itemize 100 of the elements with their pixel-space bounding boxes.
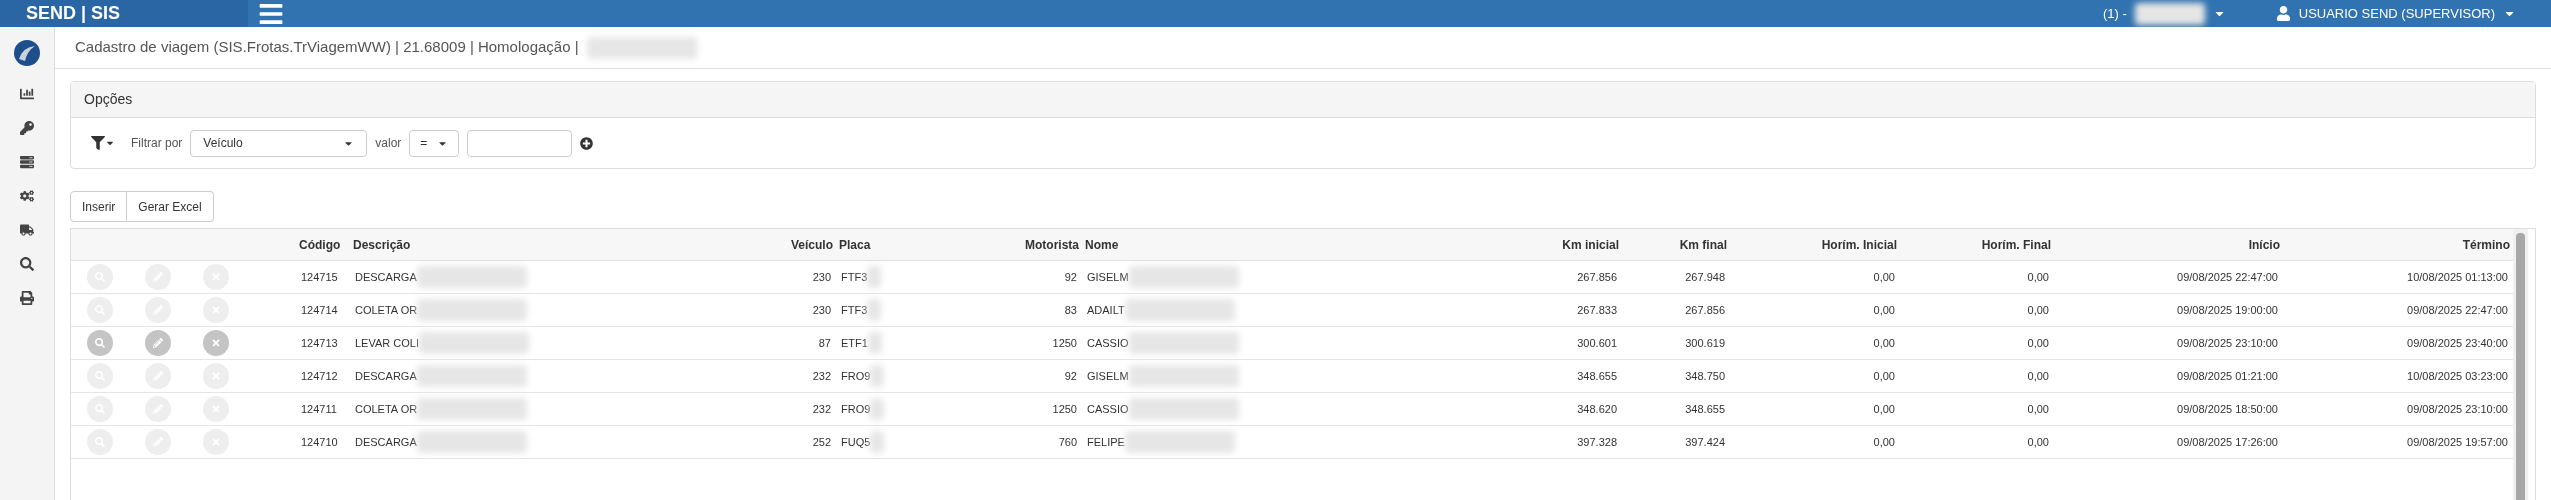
company-dropdown[interactable]: (1) -	[2102, 2, 2226, 25]
column-header: Veículo	[790, 236, 833, 254]
truck-icon[interactable]	[20, 223, 34, 237]
table-cell-text: 397.424	[1685, 434, 1725, 450]
table-cell-text: 09/08/2025 23:40:00	[2407, 335, 2508, 351]
pencil-icon	[153, 338, 163, 348]
key-icon[interactable]	[20, 121, 34, 135]
table-cell-text: 124711	[301, 401, 337, 417]
edit-button[interactable]	[145, 330, 171, 356]
table-cell-text: DESCARGA	[355, 368, 417, 384]
column-header: Horím. Inicial	[1821, 236, 1897, 254]
table-cell-text: DESCARGA	[355, 269, 417, 285]
toolbar-button[interactable]: Inserir	[70, 191, 128, 222]
table-cell-text: 348.750	[1685, 368, 1725, 384]
table-cell-text: 760	[1058, 434, 1077, 450]
print-icon[interactable]	[20, 291, 34, 305]
table-cell-text: 252	[812, 434, 831, 450]
table-cell-text: 124715	[301, 269, 338, 285]
table-cell-text: LEVAR COLI	[355, 335, 419, 351]
table-cell-text: 267.856	[1577, 269, 1617, 285]
column-header: Km final	[1679, 236, 1727, 254]
table-cell-text: GISELM	[1087, 368, 1129, 384]
filter-menu-button[interactable]	[91, 136, 115, 150]
table-cell-text: GISELM	[1087, 269, 1129, 285]
table-cell-text: 0,00	[1873, 335, 1895, 351]
user-icon	[2275, 6, 2291, 21]
table-cell-text: 09/08/2025 17:26:00	[2177, 434, 2278, 450]
table-cell-text: FRO9	[841, 368, 871, 384]
table-cell-text: 0,00	[2027, 269, 2049, 285]
table-cell-text: 300.601	[1577, 335, 1617, 351]
view-button[interactable]	[87, 330, 113, 356]
redacted-area	[867, 266, 882, 288]
table-cell-text: 87	[818, 335, 831, 351]
column-header: Motorista	[1025, 236, 1079, 254]
brand-logo: SEND | SIS	[26, 2, 121, 25]
table-cell-text: 124714	[301, 302, 338, 318]
table-cell-text: 267.856	[1685, 302, 1725, 318]
table-cell-text: 09/08/2025 23:10:00	[2407, 401, 2508, 417]
redacted-area	[2134, 2, 2205, 25]
redacted-area	[870, 431, 885, 453]
search-icon	[95, 338, 105, 348]
panel-title: Opções	[84, 90, 133, 109]
table-cell-text: FTF3	[841, 269, 868, 285]
redacted-area	[867, 299, 882, 321]
list-icon[interactable]	[20, 155, 34, 169]
operator-select[interactable]: =	[409, 129, 460, 157]
filter-field-select[interactable]: Veículo	[190, 129, 368, 157]
table-cell-text: 348.655	[1685, 401, 1725, 417]
column-header: Km inicial	[1562, 236, 1619, 254]
filter-label: Filtrar por	[131, 135, 183, 152]
table-cell-text: 0,00	[2027, 302, 2049, 318]
table-cell-text: FELIPE	[1087, 434, 1125, 450]
value-field[interactable]	[467, 129, 573, 157]
toolbar-button[interactable]: Gerar Excel	[127, 191, 214, 222]
table-cell-text: CASSIO	[1087, 335, 1129, 351]
table-cell-text: 300.619	[1685, 335, 1725, 351]
table-cell-text: 09/08/2025 19:57:00	[2407, 434, 2508, 450]
table-cell-text: 09/08/2025 23:10:00	[2177, 335, 2278, 351]
table-cell-text: 0,00	[1873, 401, 1895, 417]
table-cell-text: FRO9	[841, 401, 871, 417]
table-cell-text: 230	[812, 269, 831, 285]
table-cell-text: 09/08/2025 18:50:00	[2177, 401, 2278, 417]
table-cell-text: 09/08/2025 01:21:00	[2177, 368, 2278, 384]
redacted-area	[870, 398, 885, 420]
table-cell-text: 92	[1064, 269, 1077, 285]
table-cell-text: 10/08/2025 01:13:00	[2407, 269, 2508, 285]
table-cell-text: 397.328	[1577, 434, 1617, 450]
column-header: Código	[299, 236, 341, 254]
table-cell-text: 92	[1064, 368, 1077, 384]
scrollbar-thumb[interactable]	[2516, 233, 2525, 500]
chart-icon[interactable]	[20, 87, 34, 101]
logo-icon	[13, 39, 41, 67]
table-cell-text: 83	[1064, 302, 1077, 318]
gears-icon[interactable]	[20, 189, 34, 203]
table-cell-text: 267.948	[1685, 269, 1725, 285]
table-cell-text: 09/08/2025 22:47:00	[2407, 302, 2508, 318]
search-icon[interactable]	[20, 257, 34, 271]
table-cell-text: 1250	[1052, 335, 1077, 351]
table-cell-text: 267.833	[1577, 302, 1617, 318]
table-cell-text: FUQ5	[841, 434, 871, 450]
add-icon[interactable]	[580, 136, 594, 150]
column-header: Término	[2462, 236, 2510, 254]
table-cell-text: 348.620	[1577, 401, 1617, 417]
table-cell-text: 0,00	[1873, 434, 1895, 450]
table-cell-text: CASSIO	[1087, 401, 1129, 417]
table-cell-text: 0,00	[1873, 269, 1895, 285]
column-header: Placa	[839, 236, 871, 254]
filter-icon	[91, 136, 105, 150]
close-icon	[211, 338, 221, 348]
table-cell-text: ADAILT	[1087, 302, 1125, 318]
user-menu[interactable]: USUARIO SEND (SUPERVISOR)	[2275, 3, 2516, 24]
table-cell-text: 0,00	[1873, 368, 1895, 384]
table-cell-text: 124712	[301, 368, 338, 384]
table-cell-text: ETF1	[841, 335, 868, 351]
table-cell-text: DESCARGA	[355, 434, 417, 450]
table-cell-text: 0,00	[2027, 434, 2049, 450]
delete-button[interactable]	[203, 330, 229, 356]
table-cell-text: 0,00	[2027, 401, 2049, 417]
table-cell-text: FTF3	[841, 302, 868, 318]
table-cell-text: 1250	[1052, 401, 1077, 417]
